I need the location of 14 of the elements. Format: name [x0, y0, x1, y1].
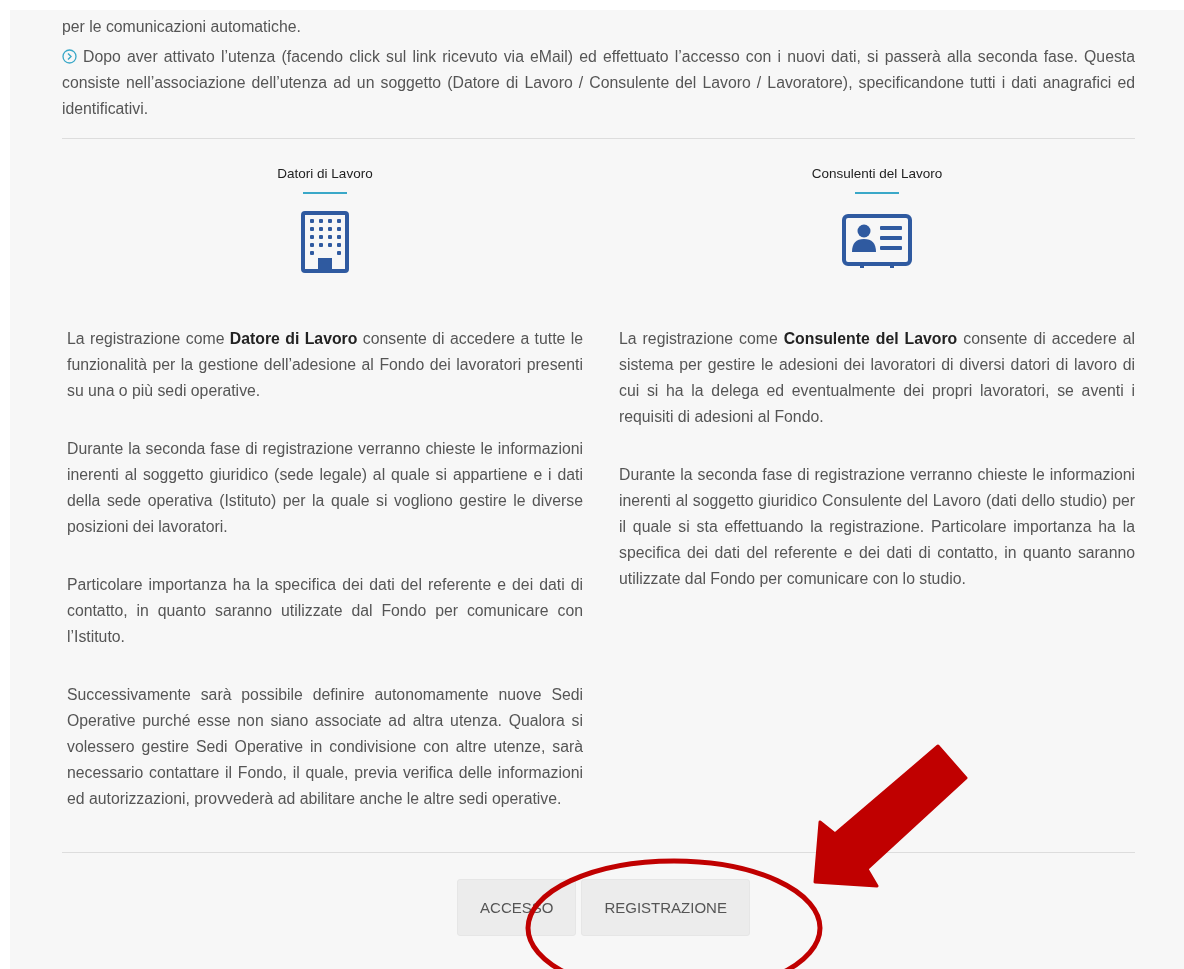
nav-button[interactable]: REGISTRAZIONE	[581, 879, 750, 936]
step-text: Dopo aver attivato l’utenza (facendo click sul link ricevuto via eMail) ed effettuato l’accesso con i nuovi dati, si passerà alla seconda fase. Questa consiste nell’associazione dell’utenza ad un soggetto (Datore di Lavoro / Consulente del Lavoro / Lavoratore), specificandone tutti i dati anagrafici ed identificativi.	[62, 47, 1135, 119]
column-title: Consulenti del Lavoro	[811, 165, 943, 183]
chevron-circle-icon	[62, 49, 77, 64]
column-title: Datori di Lavoro	[277, 165, 373, 183]
paragraph: Particolare importanza ha la specifica dei dati del referente e dei dati di contatto, in quanto saranno utilizzate dal Fondo per comunicare con l’Istituto.	[67, 575, 583, 647]
intro-text: per le comunicazioni automatiche.	[62, 17, 302, 37]
paragraph: La registrazione come Datore di Lavoro consente di accedere a tutte le funzionalità per la gestione dell’adesione al Fondo dei lavoratori presenti su una o più sedi operative.	[67, 329, 583, 401]
building-icon	[301, 211, 349, 273]
paragraph: Durante la seconda fase di registrazione verranno chieste le informazioni inerenti al soggetto giuridico (sede legale) al quale si appartiene e i dati della sede operativa (Istituto) per la quale si vogliono gestire le diverse posizioni dei lavoratori.	[67, 439, 583, 537]
id-card-icon	[842, 214, 912, 270]
paragraph: Successivamente sarà possibile definire autonomamente nuove Sedi Operative purché esse non siano associate ad altra utenza. Qualora si volessero gestire Sedi Operative in condivisione con altre utenze, sarà necessario contattare il Fondo, il quale, previa verifica delle informazioni ed autorizzazioni, provvederà ad abilitare anche le altre sedi operative.	[67, 685, 583, 809]
paragraph: La registrazione come Consulente del Lavoro consente di accedere al sistema per gestire le adesioni dei lavoratori di diversi datori di lavoro di cui si ha la delega ed eventualmente dei propri lavoratori, se aventi i requisiti di adesioni al Fondo.	[619, 329, 1135, 427]
paragraph: Durante la seconda fase di registrazione verranno chieste le informazioni inerenti al soggetto giuridico Consulente del Lavoro (dati dello studio) per il quale si sta effettuando la registrazione. Particolare importanza ha la specifica dei dati del referente e dei dati di contatto, in quanto saranno utilizzate dal Fondo per comunicare con lo studio.	[619, 465, 1135, 589]
